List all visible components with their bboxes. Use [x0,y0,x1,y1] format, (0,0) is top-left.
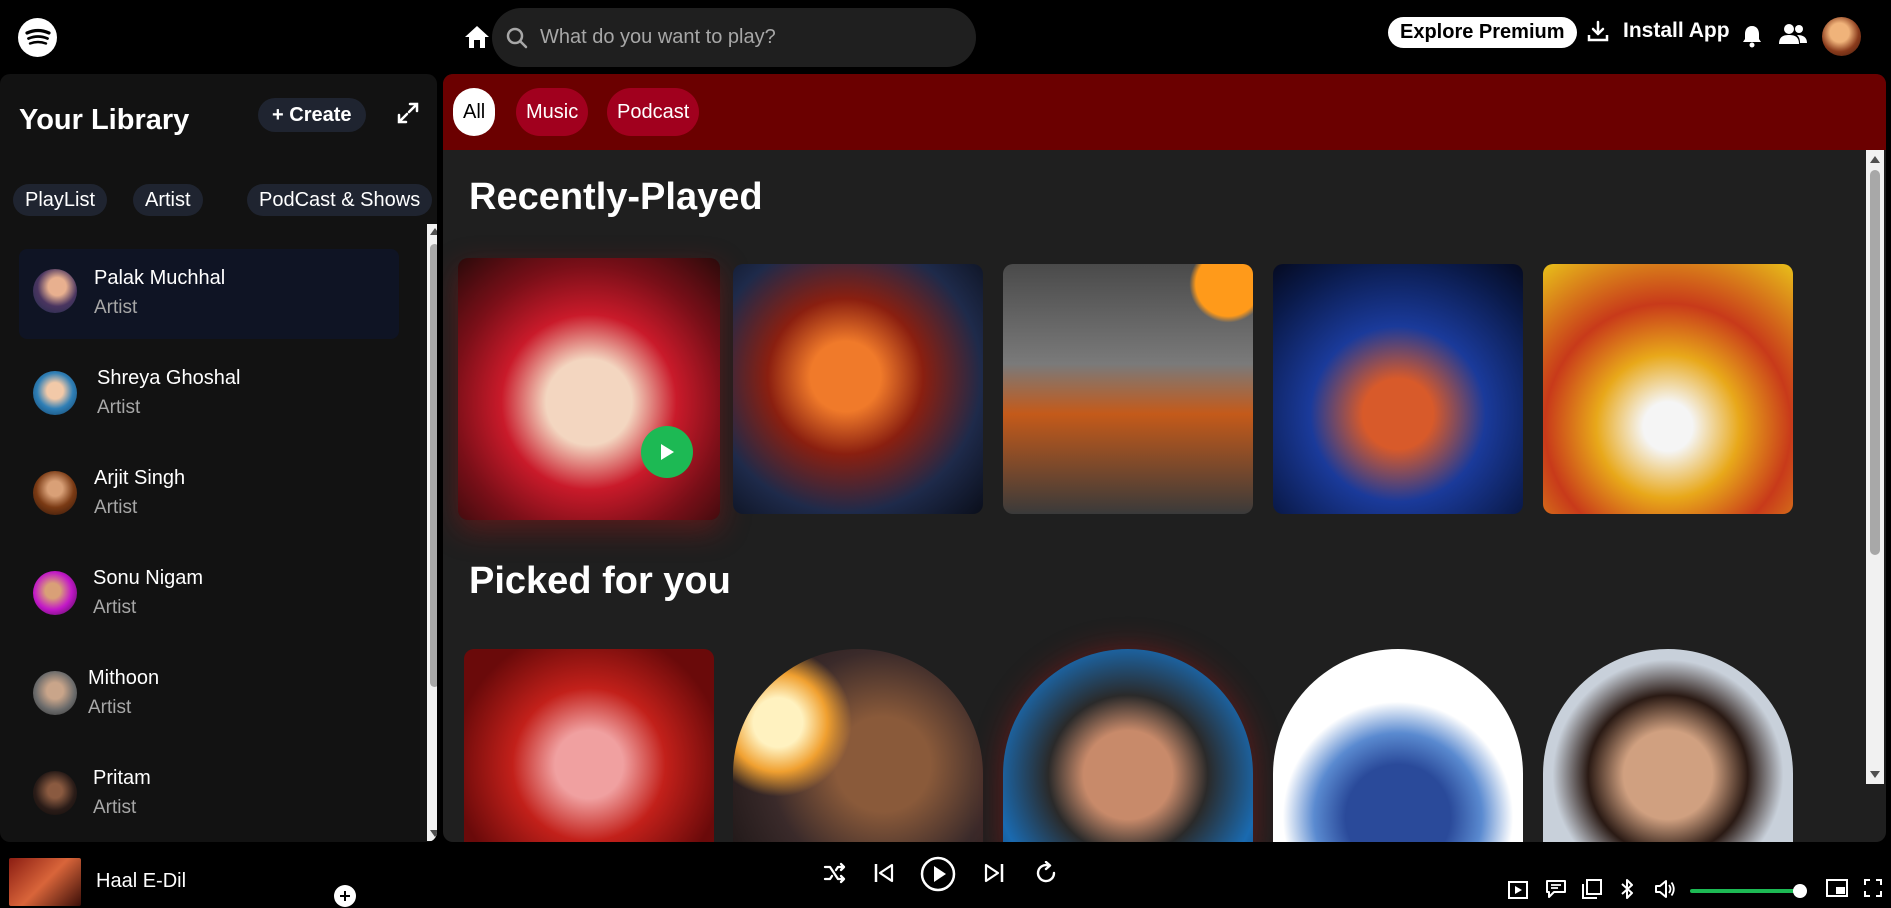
play-button[interactable] [641,426,693,478]
now-playing-title[interactable]: Haal E-Dil [96,870,186,893]
library-list: Palak Muchhal Artist Shreya Ghoshal Arti… [19,249,399,842]
volume-icon[interactable] [1654,879,1676,904]
picked-card-5[interactable] [1543,649,1793,842]
artist-role: Artist [93,597,137,618]
search-input[interactable] [540,26,940,49]
library-item-arjit-singh[interactable]: Arjit Singh Artist [19,449,399,549]
library-title: Your Library [19,104,190,136]
volume-slider[interactable] [1690,889,1806,893]
lyrics-icon[interactable] [1545,879,1567,904]
download-icon [1587,20,1609,42]
filter-chip-artist[interactable]: Artist [133,184,203,216]
artist-name: Sonu Nigam [93,567,204,589]
artist-role: Artist [93,797,137,818]
artist-avatar [33,371,77,415]
shuffle-icon[interactable] [823,862,847,889]
previous-track-icon[interactable] [873,862,895,889]
recent-card-1[interactable] [458,258,720,520]
volume-slider-handle[interactable] [1793,884,1808,898]
tab-podcast[interactable]: Podcast [607,88,700,136]
home-icon[interactable] [463,24,491,50]
add-to-library-icon[interactable] [334,885,356,907]
filter-chip-podcasts[interactable]: PodCast & Shows [247,184,433,216]
miniplayer-icon[interactable] [1826,879,1848,902]
artist-avatar [33,771,77,815]
queue-icon[interactable] [1582,879,1602,904]
artist-avatar [33,471,77,515]
top-bar: Explore Premium Install App [0,0,1891,74]
scroll-down-arrow-icon[interactable] [430,830,437,837]
artist-name: Mithoon [88,667,160,689]
artist-name: Palak Muchhal [94,267,226,289]
recent-card-2[interactable] [733,264,983,514]
search-bar[interactable] [492,8,976,67]
plus-icon: + [272,104,284,126]
section-title-picked-for-you: Picked for you [469,560,731,602]
artist-avatar [33,571,77,615]
now-playing-view-icon[interactable] [1508,881,1528,904]
create-button[interactable]: + Create [258,98,366,132]
picked-card-3[interactable] [1003,649,1253,842]
search-icon [506,27,528,49]
bell-icon[interactable] [1741,24,1763,48]
main-header-band: All Music Podcast [443,74,1886,150]
scroll-up-arrow-icon[interactable] [430,228,437,235]
create-label: Create [289,104,352,126]
tab-music[interactable]: Music [516,88,589,136]
user-avatar[interactable] [1822,17,1861,56]
install-app-label: Install App [1623,19,1730,42]
library-item-sonu-nigam[interactable]: Sonu Nigam Artist [19,549,399,649]
next-track-icon[interactable] [983,862,1005,889]
sidebar-scrollbar[interactable] [427,224,437,841]
recent-card-5[interactable] [1543,264,1793,514]
repeat-icon[interactable] [1034,860,1058,890]
play-pause-button[interactable] [920,856,956,897]
library-sidebar: Your Library + Create PlayList Artist Po… [0,74,437,842]
bluetooth-icon[interactable] [1620,878,1634,905]
section-title-recently-played: Recently-Played [469,176,763,218]
artist-name: Shreya Ghoshal [97,367,241,389]
picked-card-2[interactable] [733,649,983,842]
install-app-button[interactable]: Install App [1587,19,1730,43]
scroll-up-arrow-icon[interactable] [1870,156,1880,163]
tab-all[interactable]: All [453,88,496,136]
library-item-palak-muchhal[interactable]: Palak Muchhal Artist [19,249,399,339]
artist-role: Artist [94,497,138,518]
library-item-pritam[interactable]: Pritam Artist [19,749,399,842]
scrollbar-thumb[interactable] [1870,170,1880,555]
filter-chip-playlist[interactable]: PlayList [13,184,108,216]
picked-card-4[interactable] [1273,649,1523,842]
fullscreen-icon[interactable] [1864,879,1882,902]
recent-card-3[interactable] [1003,264,1253,514]
artist-name: Arjit Singh [94,467,186,489]
artist-avatar [33,671,77,715]
now-playing-artwork[interactable] [9,858,81,906]
main-scrollbar[interactable] [1866,150,1884,784]
artist-avatar [33,269,77,313]
picked-card-1[interactable] [464,649,714,842]
library-item-mithoon[interactable]: Mithoon Artist [19,649,399,749]
expand-icon[interactable] [397,102,419,124]
scrollbar-thumb[interactable] [430,244,437,687]
spotify-logo-icon[interactable] [18,18,57,57]
scroll-down-arrow-icon[interactable] [1870,771,1880,778]
artist-role: Artist [97,397,141,418]
player-bar: Haal E-Dil [0,842,1891,908]
friends-icon[interactable] [1779,22,1807,46]
recent-card-4[interactable] [1273,264,1523,514]
artist-role: Artist [94,297,138,318]
library-item-shreya-ghoshal[interactable]: Shreya Ghoshal Artist [19,349,399,449]
artist-role: Artist [88,697,132,718]
artist-name: Pritam [93,767,151,789]
explore-premium-button[interactable]: Explore Premium [1388,17,1577,48]
